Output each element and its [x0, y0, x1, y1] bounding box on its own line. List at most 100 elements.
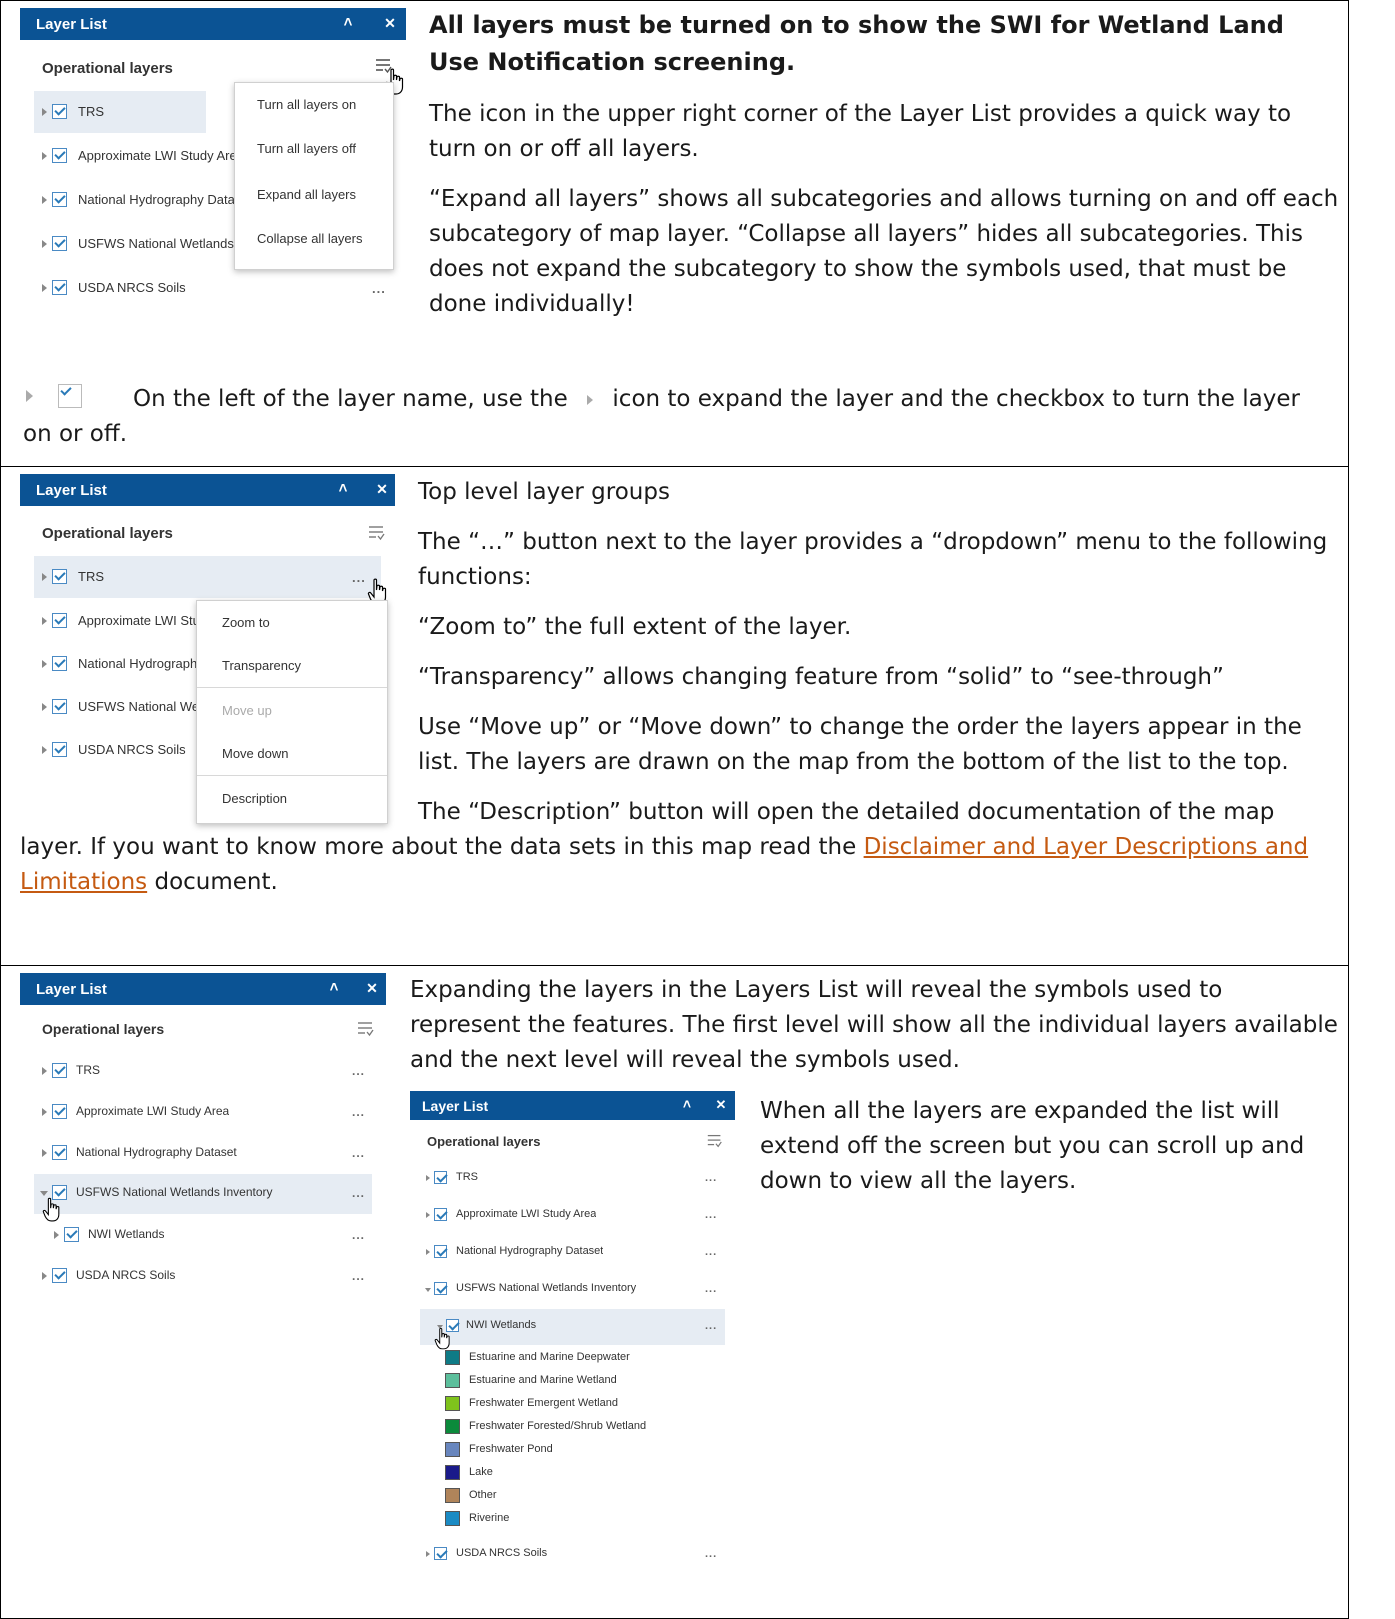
menu-collapse-all[interactable]: Collapse all layers — [235, 231, 393, 246]
expand-arrow-icon[interactable] — [42, 1272, 47, 1280]
layer-row[interactable]: National Hydrography Dataset ... — [420, 1235, 725, 1271]
layer-menu-button[interactable]: ... — [352, 1186, 365, 1200]
expand-arrow-icon[interactable] — [42, 1067, 47, 1075]
layer-menu-button[interactable]: ... — [352, 1105, 365, 1119]
collapse-arrow-icon[interactable] — [425, 1288, 431, 1292]
layer-checkbox[interactable] — [52, 742, 67, 757]
expand-arrow-icon[interactable] — [426, 1551, 430, 1557]
layer-checkbox[interactable] — [52, 1063, 67, 1078]
legend: Estuarine and Marine Deepwater Estuarine … — [445, 1350, 725, 1540]
expand-arrow-icon[interactable] — [426, 1249, 430, 1255]
legend-swatch — [445, 1488, 460, 1503]
disclaimer-link[interactable]: Disclaimer and Layer Descriptions and — [864, 834, 1309, 860]
layer-row[interactable]: Approximate LWI Study Area ... — [34, 1093, 372, 1133]
menu-turn-all-off[interactable]: Turn all layers off — [235, 141, 393, 156]
expand-arrow-icon[interactable] — [42, 196, 47, 204]
layer-row[interactable]: TRS ... — [34, 556, 381, 598]
layer-checkbox[interactable] — [52, 104, 67, 119]
collapse-panel-icon[interactable]: ˄ — [333, 480, 353, 497]
expand-arrow-icon[interactable] — [42, 1108, 47, 1116]
layer-menu-button[interactable]: ... — [705, 1172, 717, 1184]
layer-menu-button[interactable]: ... — [352, 1228, 365, 1242]
close-panel-icon[interactable]: ✕ — [714, 1097, 728, 1113]
menu-description[interactable]: Description — [197, 791, 387, 806]
layer-options-icon[interactable] — [356, 1019, 376, 1039]
expand-arrow-icon[interactable] — [42, 108, 47, 116]
layer-name: Approximate LWI Study Area — [456, 1208, 597, 1220]
layer-row[interactable]: TRS — [34, 91, 206, 133]
layer-row[interactable]: USFWS National Wetlands Inventory ... — [420, 1272, 725, 1308]
sublayer-row[interactable]: NWI Wetlands ... — [420, 1309, 725, 1345]
layer-menu-button[interactable]: ... — [352, 1146, 365, 1160]
layer-row[interactable]: USFWS National Wetlands Inventory ... — [34, 1174, 372, 1214]
layer-menu-button[interactable]: ... — [705, 1283, 717, 1295]
expand-arrow-icon[interactable] — [42, 573, 47, 581]
expand-arrow-icon[interactable] — [42, 1149, 47, 1157]
collapse-panel-icon[interactable]: ˄ — [324, 979, 344, 996]
layer-menu-button[interactable]: ... — [705, 1548, 717, 1560]
collapse-arrow-icon[interactable] — [40, 1191, 48, 1196]
layer-checkbox[interactable] — [52, 236, 67, 251]
menu-zoom-to[interactable]: Zoom to — [197, 615, 387, 630]
layer-checkbox[interactable] — [64, 1227, 79, 1242]
menu-move-down[interactable]: Move down — [197, 746, 387, 761]
layer-checkbox[interactable] — [52, 1145, 67, 1160]
layer-row[interactable]: Approximate LWI Study Area ... — [420, 1198, 725, 1234]
close-panel-icon[interactable]: ✕ — [364, 980, 380, 997]
layer-row[interactable]: National Hydrography Dataset ... — [34, 1134, 372, 1174]
para-5-text-c: document. — [154, 869, 278, 895]
layer-checkbox[interactable] — [434, 1547, 447, 1560]
layer-checkbox[interactable] — [52, 192, 67, 207]
expand-arrow-icon[interactable] — [42, 660, 47, 668]
layer-options-icon[interactable] — [367, 523, 387, 543]
layer-checkbox[interactable] — [434, 1208, 447, 1221]
layer-menu-button[interactable]: ... — [705, 1209, 717, 1221]
close-panel-icon[interactable]: ✕ — [382, 15, 398, 32]
layer-menu-button[interactable]: ... — [705, 1320, 717, 1332]
layer-checkbox[interactable] — [52, 1104, 67, 1119]
layer-checkbox[interactable] — [52, 569, 67, 584]
legend-label: Freshwater Forested/Shrub Wetland — [469, 1420, 647, 1432]
disclaimer-link-cont[interactable]: Limitations — [20, 869, 147, 895]
layer-row[interactable]: USDA NRCS Soils ... — [34, 267, 392, 309]
layer-menu-button[interactable]: ... — [352, 570, 366, 585]
operational-layers-title: Operational layers — [42, 525, 173, 542]
layer-row[interactable]: USDA NRCS Soils ... — [420, 1537, 725, 1573]
layer-menu-button[interactable]: ... — [705, 1246, 717, 1258]
expand-arrow-icon[interactable] — [42, 703, 47, 711]
layer-checkbox[interactable] — [52, 613, 67, 628]
expand-arrow-icon[interactable] — [42, 746, 47, 754]
expand-arrow-icon[interactable] — [42, 152, 47, 160]
menu-turn-all-on[interactable]: Turn all layers on — [235, 97, 393, 112]
layer-menu-button[interactable]: ... — [352, 1064, 365, 1078]
expand-arrow-icon[interactable] — [42, 617, 47, 625]
layer-checkbox[interactable] — [434, 1245, 447, 1258]
layer-checkbox[interactable] — [52, 1268, 67, 1283]
layer-checkbox[interactable] — [434, 1171, 447, 1184]
layer-row[interactable]: USDA NRCS Soils ... — [34, 1257, 372, 1297]
layer-checkbox[interactable] — [52, 148, 67, 163]
layer-checkbox[interactable] — [52, 699, 67, 714]
sublayer-row[interactable]: NWI Wetlands ... — [34, 1216, 372, 1256]
close-panel-icon[interactable]: ✕ — [374, 481, 390, 498]
layer-menu-button[interactable]: ... — [352, 1269, 365, 1283]
layer-checkbox[interactable] — [52, 280, 67, 295]
expand-arrow-icon[interactable] — [42, 284, 47, 292]
collapse-panel-icon[interactable]: ˄ — [678, 1096, 696, 1112]
menu-expand-all[interactable]: Expand all layers — [235, 187, 393, 202]
layer-options-icon[interactable] — [706, 1132, 724, 1150]
layer-checkbox[interactable] — [434, 1282, 447, 1295]
expand-arrow-icon[interactable] — [426, 1212, 430, 1218]
layer-checkbox[interactable] — [52, 656, 67, 671]
layer-menu-button[interactable]: ... — [372, 281, 386, 296]
menu-transparency[interactable]: Transparency — [197, 658, 387, 673]
expand-arrow-icon[interactable] — [42, 240, 47, 248]
expand-arrow-icon[interactable] — [54, 1231, 59, 1239]
layer-name: TRS — [78, 569, 104, 584]
layer-name: TRS — [76, 1063, 100, 1077]
layer-row[interactable]: TRS ... — [34, 1052, 372, 1092]
collapse-panel-icon[interactable]: ˄ — [338, 14, 358, 31]
expand-arrow-icon[interactable] — [426, 1175, 430, 1181]
layer-name: National Hydrography Dataset — [456, 1245, 604, 1257]
layer-row[interactable]: TRS ... — [420, 1161, 725, 1197]
